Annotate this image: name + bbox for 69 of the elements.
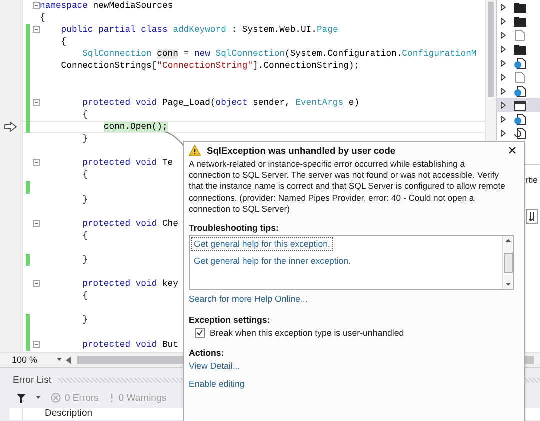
tree-item[interactable] (497, 98, 540, 112)
change-marker (26, 254, 30, 266)
error-message: A network-related or instance-specific error occurred while establishing a connection to SQL Server. The server was not found or was not accessible. Verify that the instance name is correct and that SQL Server is configured to allow remote connections. (provider: Named Pipes Provider, error: 40 - Could not open a connection to SQL Server) (189, 159, 506, 216)
collapse-icon[interactable] (33, 340, 40, 348)
search-link[interactable]: Search for more Help Online... (189, 294, 308, 304)
code-line: namespace newMediaSources (40, 1, 174, 12)
code-line: { (82, 170, 88, 180)
warning-icon (189, 145, 201, 156)
zoom-dropdown[interactable]: 100 % (0, 355, 66, 365)
code-line: SqlConnection conn = new SqlConnection(System.Configuration.ConfigurationM (82, 49, 477, 60)
column-header[interactable]: Description (22, 408, 93, 420)
action-link[interactable]: Enable editing (189, 379, 245, 390)
error-icon (51, 393, 61, 403)
collapse-icon[interactable] (33, 2, 40, 9)
scroll-up-icon[interactable] (506, 239, 510, 242)
properties-title: rtie (526, 175, 539, 185)
help-link[interactable]: Get general help for the inner exception. (191, 254, 354, 268)
page-icon (514, 30, 526, 40)
code-line: ConnectionStrings["ConnectionString"].ConnectionString); (60, 61, 360, 72)
action-link[interactable]: View Detail... (189, 361, 240, 372)
warning-icon (108, 393, 115, 403)
code-line: } (82, 194, 88, 205)
refresh-file-icon (514, 128, 526, 138)
change-marker (26, 181, 30, 194)
popup-title: SqlException was unhandled by user code (207, 146, 397, 156)
code-line: } (82, 134, 88, 144)
collapse-icon[interactable] (33, 280, 40, 288)
collapse-icon[interactable] (33, 98, 40, 106)
filter-icon[interactable] (17, 394, 26, 402)
checkmark-icon (197, 330, 203, 336)
folder-icon (514, 16, 526, 26)
code-line: protected void key (82, 279, 178, 290)
code-line: } (82, 254, 88, 266)
section-heading: Exception settings: (189, 315, 272, 326)
close-button[interactable] (509, 147, 516, 154)
folder-icon (514, 44, 526, 54)
panel-title: Error List (13, 374, 52, 386)
help-link[interactable]: Get general help for this exception. (191, 237, 334, 252)
folder-icon (514, 2, 526, 12)
code-line: { (82, 230, 88, 241)
web-file-icon (514, 58, 526, 68)
code-line: protected void But (82, 340, 178, 350)
scroll-left-icon[interactable] (66, 356, 71, 364)
web-file-icon (514, 114, 526, 124)
code-line: { (60, 37, 67, 48)
section-heading: Troubleshooting tips: (189, 223, 280, 234)
list-scrollbar[interactable] (502, 236, 513, 290)
caret-icon (57, 358, 62, 362)
web-file-icon (514, 86, 526, 96)
break-checkbox[interactable]: Break when this exception type is user-unhandled (195, 328, 514, 338)
caret-icon[interactable] (36, 396, 41, 400)
code-line: { (40, 13, 46, 24)
code-line: protected void Che (82, 218, 178, 229)
collapse-icon[interactable] (33, 26, 40, 34)
collapse-icon[interactable] (33, 159, 40, 166)
page-icon (514, 72, 526, 82)
window-icon (514, 100, 526, 110)
collapse-icon[interactable] (33, 220, 40, 227)
code-line: protected void Page_Load(object sender, EventArgs e) (82, 98, 360, 108)
code-line: protected void Te (82, 158, 174, 168)
code-line: public partial class addKeyword : System.Web.UI.Page (60, 25, 338, 36)
section-heading: Actions: (189, 348, 226, 358)
scroll-down-icon[interactable] (506, 283, 510, 286)
sort-icon (528, 212, 536, 221)
code-line: } (82, 315, 88, 326)
code-line: { (82, 291, 88, 302)
code-line: { (82, 110, 88, 120)
sort-button[interactable] (526, 209, 538, 224)
current-statement-icon (4, 122, 18, 132)
